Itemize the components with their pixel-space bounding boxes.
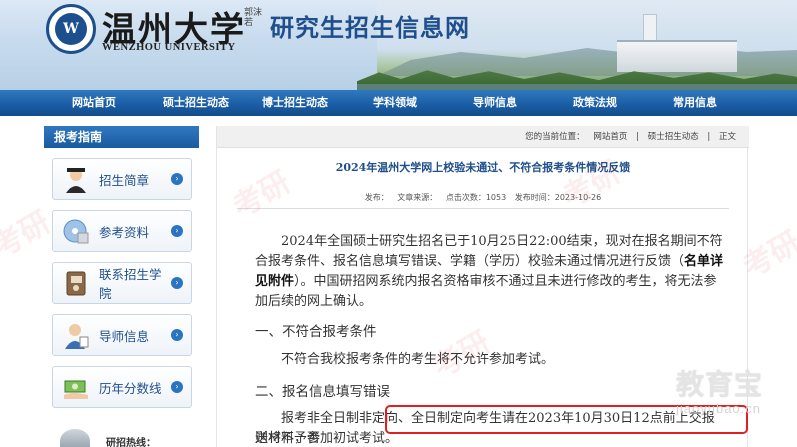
nav-item-phd-admission[interactable]: 博士招生动态	[262, 90, 328, 116]
calligraphy-signature: 郭沫若	[244, 8, 263, 28]
corner-watermark-cn: 教育宝	[676, 368, 764, 401]
corner-watermark-en: jiaoyubao.cn	[676, 401, 761, 416]
breadcrumb-separator: |	[636, 132, 639, 142]
breadcrumb-bar: 您的当前位置： 网站首页 | 硕士招生动态 | 正文	[217, 126, 749, 148]
nav-item-supervisors[interactable]: 导师信息	[473, 90, 517, 116]
sidebar-item-admission-brochure[interactable]: 招生简章 ›	[52, 158, 192, 200]
header-banner: W 温州大学 WENZHOU UNIVERSITY 郭沫若 研究生招生信息网	[0, 0, 797, 90]
chevron-right-icon: ›	[171, 173, 183, 185]
sidebar-item-reference-materials[interactable]: 参考资料 ›	[52, 210, 192, 252]
article-paragraph-1: 2024年全国硕士研究生招名已于10月25日22:00结束，现对在报名期间不符合…	[255, 232, 725, 312]
nav-item-master-admission[interactable]: 硕士招生动态	[163, 90, 229, 116]
main-nav: 网站首页 硕士招生动态 博士招生动态 学科领域 导师信息 政策法规 常用信息	[0, 90, 797, 116]
main-content: 您的当前位置： 网站首页 | 硕士招生动态 | 正文 2024年温州大学网上校验…	[216, 126, 749, 447]
sidebar-item-score-lines[interactable]: 历年分数线 ›	[52, 366, 192, 408]
meta-date: 发布时间：2023-10-26	[514, 193, 602, 202]
seal-char: W	[55, 13, 87, 45]
address-book-icon	[61, 268, 91, 298]
meta-divider	[237, 208, 729, 209]
banner-building	[617, 40, 737, 72]
nav-item-common-info[interactable]: 常用信息	[673, 90, 717, 116]
university-seal-logo[interactable]: W	[46, 4, 96, 54]
sidebar: 报考指南 招生简章 › 参考资料 › 联系招生学院 › 导师信息 › 历年分数线…	[44, 126, 199, 447]
meta-publisher: 发布：	[364, 193, 389, 202]
university-name-en: WENZHOU UNIVERSITY	[102, 42, 236, 53]
graduate-icon	[61, 164, 91, 194]
breadcrumb-separator: |	[707, 132, 711, 142]
chevron-right-icon: ›	[171, 277, 183, 289]
chevron-right-icon: ›	[171, 329, 183, 341]
paragraph-1-text-b: ）。中国研招网系统内报名资格审核不通过且未进行修改的考生，将无法参加后续的网上确…	[255, 274, 717, 309]
breadcrumb: 您的当前位置： 网站首页 | 硕士招生动态 | 正文	[522, 126, 739, 148]
meta-source: 文章来源：	[397, 193, 438, 202]
chevron-right-icon: ›	[171, 225, 183, 237]
article-meta: 发布： 文章来源： 点击次数：1053 发布时间：2023-10-26	[217, 192, 749, 203]
sidebar-item-label: 参考资料	[99, 224, 150, 240]
disc-icon	[61, 216, 91, 246]
section-1-body: 不符合我校报考条件的考生将不允许参加考试。	[281, 352, 555, 367]
meta-clicks: 点击次数：1053	[445, 193, 507, 202]
section-1-heading: 一、不符合报考条件	[255, 324, 377, 340]
breadcrumb-home[interactable]: 网站首页	[593, 132, 627, 142]
sidebar-item-contact-colleges[interactable]: 联系招生学院 ›	[52, 262, 192, 304]
person-icon	[61, 320, 91, 350]
chevron-right-icon: ›	[171, 381, 183, 393]
sidebar-heading: 报考指南	[44, 126, 199, 148]
nav-item-policies[interactable]: 政策法规	[573, 90, 617, 116]
article-title: 2024年温州大学网上校验未通过、不符合报考条件情况反馈	[335, 161, 631, 174]
sidebar-item-label: 历年分数线	[99, 380, 162, 396]
breadcrumb-master-admission[interactable]: 硕士招生动态	[648, 132, 699, 142]
section-2-heading: 二、报名信息填写错误	[255, 384, 390, 400]
sidebar-item-label: 导师信息	[99, 328, 150, 344]
corner-watermark: 教育宝 jiaoyubao.cn	[672, 363, 797, 443]
site-title: 研究生招生信息网	[270, 13, 470, 42]
money-hand-icon	[61, 372, 91, 402]
telephone-icon	[60, 429, 90, 447]
nav-item-home[interactable]: 网站首页	[72, 90, 116, 116]
hotline: 研招热线：	[52, 426, 192, 447]
sidebar-item-label: 招生简章	[99, 172, 150, 188]
sidebar-item-label: 联系招生学院	[99, 267, 162, 301]
sidebar-item-supervisor-info[interactable]: 导师信息 ›	[52, 314, 192, 356]
breadcrumb-prefix: 您的当前位置：	[525, 132, 585, 142]
hotline-label: 研招热线：	[106, 437, 156, 447]
nav-item-disciplines[interactable]: 学科领域	[373, 90, 417, 116]
breadcrumb-current: 正文	[718, 132, 736, 142]
paragraph-1-text-a: 2024年全国硕士研究生招名已于10月25日22:00结束，现对在报名期间不符合…	[255, 234, 723, 269]
